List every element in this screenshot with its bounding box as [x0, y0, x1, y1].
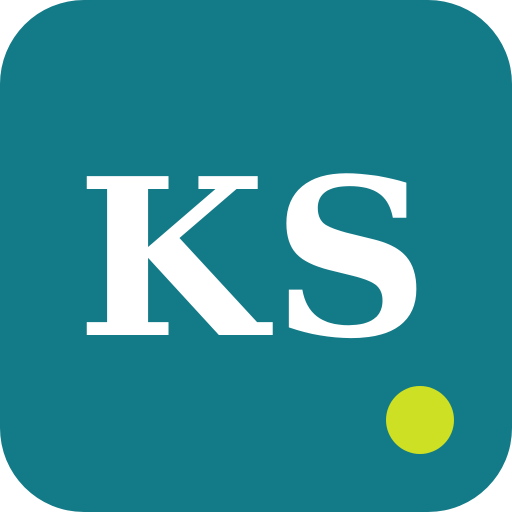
app-icon[interactable]: KS [0, 0, 512, 512]
status-dot-icon [386, 386, 454, 454]
monogram-text: KS [76, 131, 436, 387]
